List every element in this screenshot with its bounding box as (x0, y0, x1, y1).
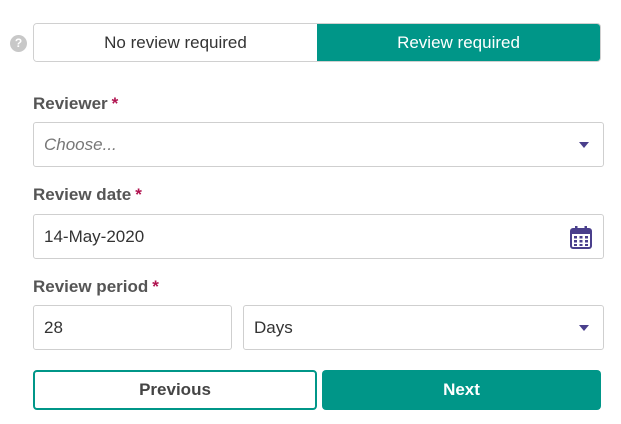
review-period-unit-value: Days (254, 317, 293, 337)
required-mark: * (111, 94, 119, 113)
previous-button[interactable]: Previous (33, 370, 317, 410)
no-review-required-button[interactable]: No review required (34, 24, 317, 61)
required-mark: * (135, 185, 142, 204)
reviewer-placeholder: Choose... (44, 134, 117, 154)
reviewer-label: Reviewer * (33, 94, 119, 113)
review-date-input[interactable]: 14-May-2020 (33, 214, 604, 259)
review-period-amount-input[interactable]: 28 (33, 305, 232, 350)
review-period-label: Review period * (33, 277, 159, 296)
review-period-unit-select[interactable]: Days (243, 305, 604, 350)
review-period-amount-value: 28 (44, 317, 63, 337)
help-icon[interactable]: ? (10, 35, 27, 52)
reviewer-select[interactable]: Choose... (33, 122, 604, 167)
calendar-icon[interactable] (570, 225, 592, 249)
next-button[interactable]: Next (322, 370, 601, 410)
review-required-button[interactable]: Review required (317, 24, 600, 61)
chevron-down-icon (579, 142, 589, 148)
required-mark: * (152, 277, 159, 296)
review-date-label: Review date * (33, 185, 142, 204)
chevron-down-icon (579, 325, 589, 331)
review-toggle: No review required Review required (33, 23, 601, 62)
review-date-value: 14-May-2020 (44, 226, 145, 246)
